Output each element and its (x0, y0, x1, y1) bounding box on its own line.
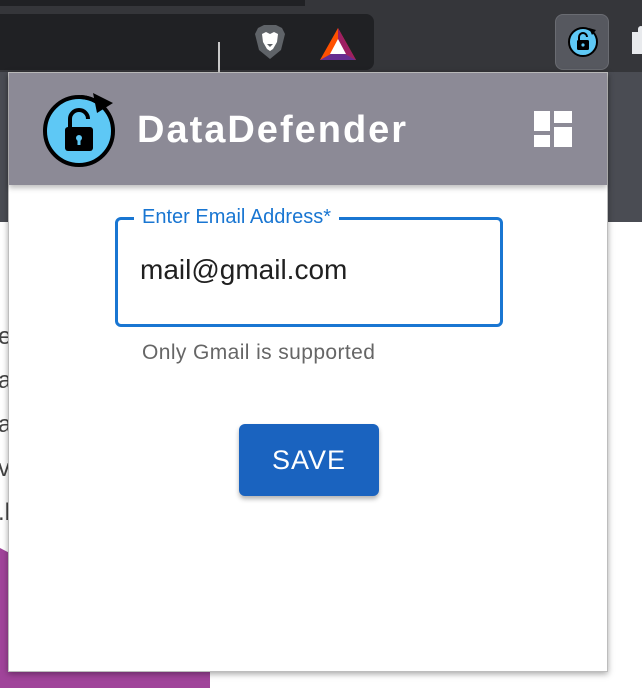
email-input[interactable] (140, 254, 480, 286)
popup-header: DataDefender (9, 73, 607, 185)
app-title: DataDefender (137, 109, 409, 151)
save-button[interactable]: SAVE (239, 424, 379, 496)
address-bar-divider (218, 42, 220, 72)
email-field-label-text: Enter Email Address (142, 206, 324, 228)
dashboard-icon[interactable] (534, 111, 572, 147)
extension-button[interactable] (555, 14, 609, 70)
tab-strip-edge (0, 0, 305, 6)
email-helper-text: Only Gmail is supported (142, 341, 376, 364)
brave-lion-icon[interactable] (250, 22, 290, 62)
browser-toolbar (0, 0, 642, 72)
bat-rewards-icon[interactable] (316, 24, 360, 64)
extension-popup: DataDefender Enter Email Address* Only G… (8, 72, 608, 672)
extension-lock-icon (568, 27, 598, 57)
email-field[interactable]: Enter Email Address* (115, 204, 503, 327)
required-mark: * (323, 206, 331, 228)
email-field-label: Enter Email Address* (134, 204, 339, 230)
lock-refresh-icon (43, 93, 115, 167)
puzzle-icon[interactable] (628, 26, 642, 58)
